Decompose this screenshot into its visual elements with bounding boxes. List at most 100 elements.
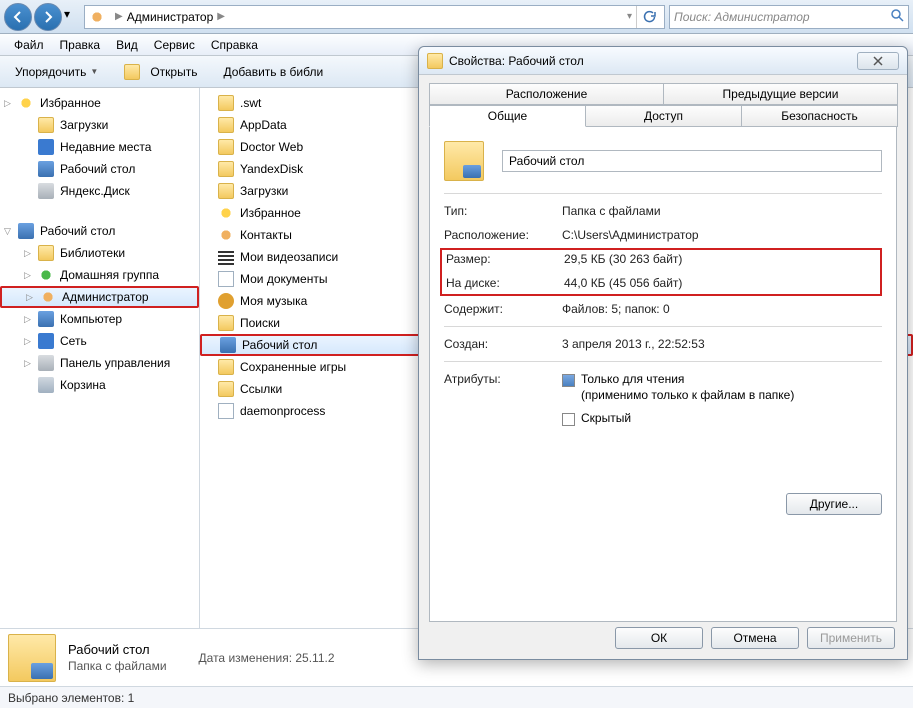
tab-location[interactable]: Расположение: [429, 83, 664, 105]
folder-icon: [38, 117, 54, 133]
address-dropdown-icon[interactable]: ▾: [627, 11, 632, 22]
contacts-icon: [218, 227, 234, 243]
tree-recycle-bin[interactable]: Корзина: [0, 374, 199, 396]
open-button[interactable]: Открыть: [115, 59, 206, 85]
tab-previous-versions[interactable]: Предыдущие версии: [663, 83, 898, 105]
ok-button[interactable]: ОК: [615, 627, 703, 649]
menu-file[interactable]: Файл: [6, 36, 52, 54]
expand-icon[interactable]: ▷: [24, 314, 34, 325]
menu-view[interactable]: Вид: [108, 36, 146, 54]
readonly-checkbox[interactable]: [562, 374, 575, 387]
menu-edit[interactable]: Правка: [52, 36, 109, 54]
expand-icon[interactable]: ▷: [24, 336, 34, 347]
separator: [444, 326, 882, 327]
expand-icon[interactable]: ▷: [24, 358, 34, 369]
computer-icon: [38, 311, 54, 327]
search-input[interactable]: Поиск: Администратор: [669, 5, 909, 29]
tree-desktop-fav[interactable]: Рабочий стол: [0, 158, 199, 180]
dialog-body: Расположение Предыдущие версии Общие Дос…: [419, 75, 907, 630]
tree-recent[interactable]: Недавние места: [0, 136, 199, 158]
tree-yandex-disk[interactable]: Яндекс.Диск: [0, 180, 199, 202]
cancel-button[interactable]: Отмена: [711, 627, 799, 649]
tab-general[interactable]: Общие: [429, 105, 586, 127]
libraries-icon: [38, 245, 54, 261]
folder-name-input[interactable]: Рабочий стол: [502, 150, 882, 172]
chevron-down-icon: ▼: [90, 67, 98, 76]
tree-label: Рабочий стол: [60, 162, 135, 176]
other-attributes-button[interactable]: Другие...: [786, 493, 882, 515]
apply-button[interactable]: Применить: [807, 627, 895, 649]
item-label: daemonprocess: [240, 404, 325, 418]
user-icon: [40, 289, 56, 305]
status-bar: Выбрано элементов: 1: [0, 686, 913, 708]
details-mod-value: 25.11.2: [295, 651, 334, 665]
desktop-icon: [220, 337, 236, 353]
address-bar[interactable]: ▶ Администратор ▶ ▾: [84, 5, 665, 29]
tree-label: Избранное: [40, 96, 101, 110]
prop-created-label: Создан:: [444, 337, 562, 351]
expand-icon[interactable]: ▷: [24, 270, 34, 281]
prop-location-label: Расположение:: [444, 228, 562, 242]
forward-button[interactable]: [34, 3, 62, 31]
organize-label: Упорядочить: [15, 65, 86, 79]
menu-help[interactable]: Справка: [203, 36, 266, 54]
prop-attributes-label: Атрибуты:: [444, 372, 562, 435]
tree-libraries[interactable]: ▷Библиотеки: [0, 242, 199, 264]
tree-computer[interactable]: ▷ Компьютер: [0, 308, 199, 330]
tree-label: Администратор: [62, 290, 149, 304]
tree-control-panel[interactable]: ▷Панель управления: [0, 352, 199, 374]
searches-icon: [218, 315, 234, 331]
tab-security[interactable]: Безопасность: [741, 105, 898, 127]
folder-large-icon: [8, 634, 56, 682]
tree-label: Корзина: [60, 378, 106, 392]
item-label: Рабочий стол: [242, 338, 317, 352]
trash-icon: [38, 377, 54, 393]
navigation-pane[interactable]: ▷ Избранное Загрузки Недавние места Рабо…: [0, 88, 200, 628]
dialog-titlebar[interactable]: Свойства: Рабочий стол: [419, 47, 907, 75]
hidden-checkbox[interactable]: [562, 413, 575, 426]
expand-icon[interactable]: ▷: [26, 292, 36, 303]
tree-downloads[interactable]: Загрузки: [0, 114, 199, 136]
item-label: .swt: [240, 96, 261, 110]
breadcrumb-item[interactable]: Администратор: [127, 10, 214, 24]
tree-label: Недавние места: [60, 140, 151, 154]
expand-icon[interactable]: ▷: [4, 98, 14, 109]
breadcrumb-sep-icon: ▶: [217, 11, 225, 22]
close-icon: [872, 56, 884, 66]
details-type: Папка с файлами: [68, 659, 167, 673]
refresh-button[interactable]: [636, 6, 660, 28]
close-button[interactable]: [857, 52, 899, 70]
item-label: Поиски: [240, 316, 280, 330]
tab-sharing[interactable]: Доступ: [585, 105, 742, 127]
prop-location-value: C:\Users\Администратор: [562, 228, 882, 242]
item-label: Doctor Web: [240, 140, 303, 154]
open-label: Открыть: [150, 65, 197, 79]
item-label: Сохраненные игры: [240, 360, 346, 374]
documents-icon: [218, 271, 234, 287]
prop-size-label: Размер:: [446, 252, 564, 266]
history-dropdown[interactable]: ▾: [64, 7, 78, 27]
item-label: Мои видеозаписи: [240, 250, 338, 264]
tree-administrator[interactable]: ▷ Администратор: [0, 286, 199, 308]
tree-label: Домашняя группа: [60, 268, 159, 282]
details-title: Рабочий стол: [68, 642, 167, 657]
collapse-icon[interactable]: ▽: [4, 226, 14, 237]
back-button[interactable]: [4, 3, 32, 31]
folder-name-value: Рабочий стол: [509, 154, 584, 168]
organize-button[interactable]: Упорядочить ▼: [6, 60, 107, 84]
tree-favorites[interactable]: ▷ Избранное: [0, 92, 199, 114]
breadcrumb-sep-icon: ▶: [115, 11, 123, 22]
tree-homegroup[interactable]: ▷ Домашняя группа: [0, 264, 199, 286]
add-to-library-button[interactable]: Добавить в библи: [214, 60, 332, 84]
expand-icon[interactable]: ▷: [24, 248, 34, 259]
downloads-icon: [218, 183, 234, 199]
size-highlight-box: Размер:29,5 КБ (30 263 байт) На диске:44…: [440, 248, 882, 296]
navigation-bar: ▾ ▶ Администратор ▶ ▾ Поиск: Администрат…: [0, 0, 913, 34]
folder-icon: [218, 117, 234, 133]
homegroup-icon: [38, 267, 54, 283]
tree-desktop-root[interactable]: ▽ Рабочий стол: [0, 220, 199, 242]
tree-network[interactable]: ▷Сеть: [0, 330, 199, 352]
tree-label: Компьютер: [60, 312, 122, 326]
menu-tools[interactable]: Сервис: [146, 36, 203, 54]
prop-contains-label: Содержит:: [444, 302, 562, 316]
